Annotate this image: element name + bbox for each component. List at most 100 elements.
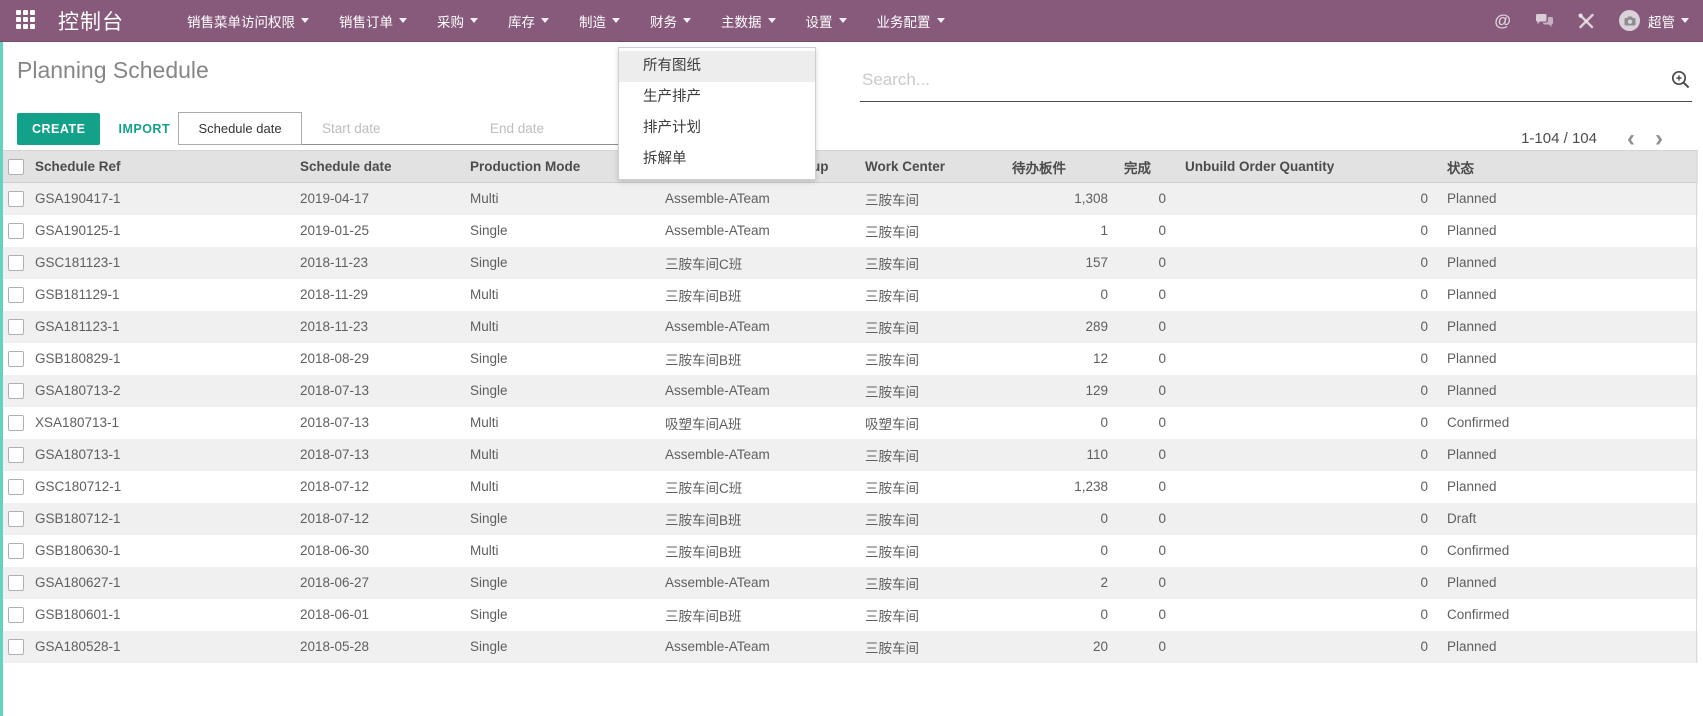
date-cell: 2018-07-13 [295, 407, 465, 439]
table-row[interactable]: XSA180713-12018-07-13Multi吸塑车间A班吸塑车间000C… [0, 407, 1698, 439]
table-row[interactable]: GSB180601-12018-06-01Single三胺车间B班三胺车间000… [0, 599, 1698, 631]
messages-icon[interactable] [1535, 13, 1554, 29]
nav-menu-销售订单[interactable]: 销售订单 [324, 0, 422, 41]
pending-cell: 1 [1005, 215, 1110, 247]
table-row[interactable]: GSA190125-12019-01-25SingleAssemble-ATea… [0, 215, 1698, 247]
wc-cell: 三胺车间 [860, 471, 1005, 503]
table-row[interactable]: GSB181129-12018-11-29Multi三胺车间B班三胺车间000P… [0, 279, 1698, 311]
dropdown-item-生产排产[interactable]: 生产排产 [619, 82, 815, 113]
row-checkbox[interactable] [8, 575, 24, 591]
pager-next-button[interactable]: › [1645, 125, 1673, 153]
nav-menu-财务[interactable]: 财务 [635, 0, 706, 41]
apps-grid-icon[interactable] [16, 10, 38, 32]
table-row[interactable]: GSA180627-12018-06-27SingleAssemble-ATea… [0, 567, 1698, 599]
row-checkbox-cell [0, 215, 30, 247]
pending-cell: 110 [1005, 439, 1110, 471]
row-checkbox[interactable] [8, 511, 24, 527]
list-right-edge [1696, 150, 1697, 663]
table-row[interactable]: GSB180712-12018-07-12Single三胺车间B班三胺车间000… [0, 503, 1698, 535]
table-row[interactable]: GSB180630-12018-06-30Multi三胺车间B班三胺车间000C… [0, 535, 1698, 567]
user-avatar [1619, 10, 1640, 31]
zoom-in-search-icon[interactable] [1670, 69, 1692, 96]
date-cell: 2018-06-30 [295, 535, 465, 567]
nav-menu-label: 采购 [437, 11, 464, 31]
nav-menu-label: 设置 [806, 11, 833, 31]
row-checkbox[interactable] [8, 639, 24, 655]
top-navbar: 控制台 销售菜单访问权限销售订单采购库存制造财务主数据设置业务配置 @ [0, 0, 1703, 42]
wc-cell: 三胺车间 [860, 311, 1005, 343]
nav-menu-主数据[interactable]: 主数据 [706, 0, 791, 41]
mode-cell: Single [465, 215, 660, 247]
table-row[interactable]: GSA180528-12018-05-28SingleAssemble-ATea… [0, 631, 1698, 663]
group-cell: 三胺车间B班 [660, 599, 860, 631]
mentions-icon[interactable]: @ [1494, 11, 1511, 31]
status-cell: Planned [1430, 471, 1698, 503]
date-cell: 2019-01-25 [295, 215, 465, 247]
row-checkbox[interactable] [8, 255, 24, 271]
table-row[interactable]: GSC180712-12018-07-12Multi三胺车间C班三胺车间1,23… [0, 471, 1698, 503]
row-checkbox[interactable] [8, 287, 24, 303]
table-row[interactable]: GSB180829-12018-08-29Single三胺车间B班三胺车间120… [0, 343, 1698, 375]
column-header-date[interactable]: Schedule date [295, 151, 465, 183]
start-date-input[interactable] [302, 112, 470, 145]
chevron-down-icon [937, 18, 945, 23]
pager-previous-button[interactable]: ‹ [1617, 125, 1645, 153]
search-input[interactable] [860, 64, 1658, 96]
table-row[interactable]: GSA181123-12018-11-23MultiAssemble-ATeam… [0, 311, 1698, 343]
nav-menu-设置[interactable]: 设置 [791, 0, 862, 41]
column-header-done[interactable]: 完成 [1110, 151, 1168, 183]
row-checkbox[interactable] [8, 607, 24, 623]
pending-cell: 1,308 [1005, 183, 1110, 215]
row-checkbox[interactable] [8, 223, 24, 239]
row-checkbox[interactable] [8, 415, 24, 431]
user-menu[interactable]: 超管 [1619, 10, 1689, 31]
nav-menu-业务配置[interactable]: 业务配置 [862, 0, 960, 41]
nav-menu-采购[interactable]: 采购 [422, 0, 493, 41]
nav-menu-制造[interactable]: 制造 [564, 0, 635, 41]
row-checkbox[interactable] [8, 447, 24, 463]
row-checkbox[interactable] [8, 543, 24, 559]
schedule-date-filter-button[interactable]: Schedule date [178, 112, 302, 145]
select-all-checkbox[interactable] [8, 159, 24, 175]
nav-menu-销售菜单访问权限[interactable]: 销售菜单访问权限 [172, 0, 324, 41]
row-checkbox-cell [0, 247, 30, 279]
row-checkbox[interactable] [8, 319, 24, 335]
table-row[interactable]: GSC181123-12018-11-23Single三胺车间C班三胺车间157… [0, 247, 1698, 279]
column-header-status[interactable]: 状态 [1430, 151, 1698, 183]
create-button[interactable]: CREATE [17, 113, 100, 145]
row-checkbox-cell [0, 279, 30, 311]
done-cell: 0 [1110, 375, 1168, 407]
row-checkbox[interactable] [8, 351, 24, 367]
mode-cell: Multi [465, 311, 660, 343]
column-header-ref[interactable]: Schedule Ref [30, 151, 295, 183]
import-button[interactable]: IMPORT [118, 122, 170, 136]
table-row[interactable]: GSA190417-12019-04-17MultiAssemble-ATeam… [0, 183, 1698, 215]
date-cell: 2018-07-12 [295, 471, 465, 503]
mode-cell: Multi [465, 407, 660, 439]
column-header-wc[interactable]: Work Center [860, 151, 1005, 183]
unbuild-cell: 0 [1168, 343, 1430, 375]
table-row[interactable]: GSA180713-12018-07-13MultiAssemble-ATeam… [0, 439, 1698, 471]
table-row[interactable]: GSA180713-22018-07-13SingleAssemble-ATea… [0, 375, 1698, 407]
wc-cell: 三胺车间 [860, 439, 1005, 471]
tools-icon[interactable] [1578, 13, 1595, 29]
row-checkbox[interactable] [8, 479, 24, 495]
dropdown-item-所有图纸[interactable]: 所有图纸 [619, 51, 815, 82]
dropdown-item-排产计划[interactable]: 排产计划 [619, 113, 815, 144]
row-checkbox-cell [0, 311, 30, 343]
row-checkbox-cell [0, 407, 30, 439]
column-header-pending[interactable]: 待办板件 [1005, 151, 1110, 183]
nav-menu-库存[interactable]: 库存 [493, 0, 564, 41]
column-header-unbuild[interactable]: Unbuild Order Quantity [1168, 151, 1430, 183]
row-checkbox[interactable] [8, 383, 24, 399]
done-cell: 0 [1110, 631, 1168, 663]
end-date-input[interactable] [470, 112, 640, 145]
group-cell: 三胺车间B班 [660, 343, 860, 375]
dropdown-item-拆解单[interactable]: 拆解单 [619, 144, 815, 175]
group-cell: Assemble-ATeam [660, 375, 860, 407]
pending-cell: 20 [1005, 631, 1110, 663]
row-checkbox-cell [0, 631, 30, 663]
date-cell: 2018-11-23 [295, 311, 465, 343]
row-checkbox[interactable] [8, 191, 24, 207]
done-cell: 0 [1110, 311, 1168, 343]
